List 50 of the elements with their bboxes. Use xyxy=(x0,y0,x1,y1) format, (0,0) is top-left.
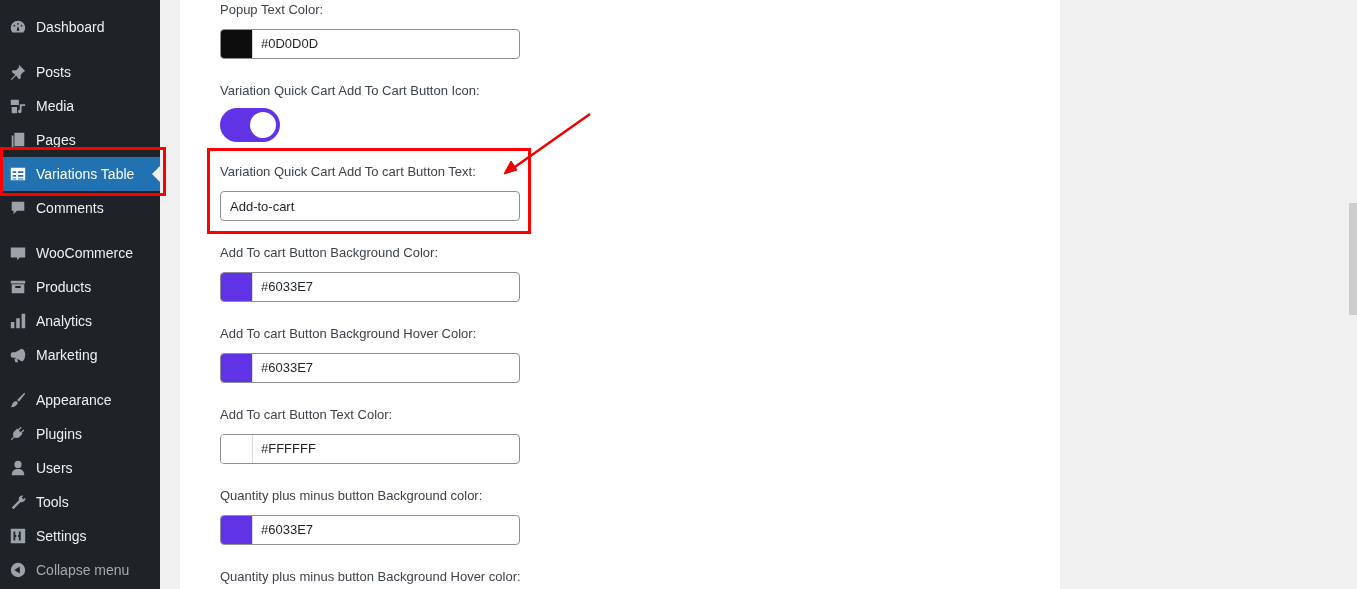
color-field[interactable]: #6033E7 xyxy=(220,353,520,383)
sidebar-item[interactable]: Users xyxy=(0,451,160,485)
color-field[interactable]: #6033E7 xyxy=(220,272,520,302)
color-field[interactable]: #6033E7 xyxy=(220,515,520,545)
color-swatch[interactable] xyxy=(221,273,253,301)
sidebar-item[interactable]: Settings xyxy=(0,519,160,553)
text-field[interactable]: Add-to-cart xyxy=(220,191,520,221)
media-icon xyxy=(9,97,27,115)
field-label: Variation Quick Cart Add To cart Button Text: xyxy=(220,163,476,181)
sidebar-item[interactable]: Plugins xyxy=(0,417,160,451)
color-swatch[interactable] xyxy=(221,354,253,382)
sidebar-item[interactable]: Tools xyxy=(0,485,160,519)
sidebar-item[interactable]: Comments xyxy=(0,191,160,225)
sliders-icon xyxy=(9,527,27,545)
field-label: Variation Quick Cart Add To Cart Button Icon: xyxy=(220,82,480,100)
color-field[interactable]: #FFFFFF xyxy=(220,434,520,464)
pin-icon xyxy=(9,63,27,81)
color-swatch[interactable] xyxy=(221,435,253,463)
sidebar-item[interactable]: Posts xyxy=(0,55,160,89)
collapse-icon xyxy=(9,561,27,579)
archive-box-icon xyxy=(9,278,27,296)
color-swatch[interactable] xyxy=(221,30,253,58)
field-label: Quantity plus minus button Background Hover color: xyxy=(220,568,521,586)
bar-chart-icon xyxy=(9,312,27,330)
field-label: Add To cart Button Background Hover Color: xyxy=(220,325,477,343)
sidebar-item[interactable]: Collapse menu xyxy=(0,553,160,587)
field-label: Quantity plus minus button Background color: xyxy=(220,487,483,505)
sidebar-item[interactable]: Marketing xyxy=(0,338,160,372)
color-field[interactable]: #0D0D0D xyxy=(220,29,520,59)
sidebar-item[interactable]: Analytics xyxy=(0,304,160,338)
paintbrush-icon xyxy=(9,391,27,409)
wrench-icon xyxy=(9,493,27,511)
color-swatch[interactable] xyxy=(221,516,253,544)
sidebar-item[interactable]: Pages xyxy=(0,123,160,157)
table-icon xyxy=(9,165,27,183)
field-label: Add To cart Button Text Color: xyxy=(220,406,393,424)
sidebar-item[interactable]: Appearance xyxy=(0,383,160,417)
sidebar-item[interactable]: WooCommerce xyxy=(0,236,160,270)
sidebar-item[interactable]: Variations Table xyxy=(0,157,160,191)
field-label: Add To cart Button Background Color: xyxy=(220,244,438,262)
field-label: Popup Text Color: xyxy=(220,1,324,19)
megaphone-icon xyxy=(9,346,27,364)
sidebar-item[interactable]: Dashboard xyxy=(0,10,160,44)
sidebar-item[interactable]: Media xyxy=(0,89,160,123)
pages-icon xyxy=(9,131,27,149)
scrollbar-thumb[interactable] xyxy=(1349,203,1357,315)
toggle-switch[interactable] xyxy=(220,108,280,142)
plug-icon xyxy=(9,425,27,443)
user-icon xyxy=(9,459,27,477)
sidebar-item[interactable]: Products xyxy=(0,270,160,304)
